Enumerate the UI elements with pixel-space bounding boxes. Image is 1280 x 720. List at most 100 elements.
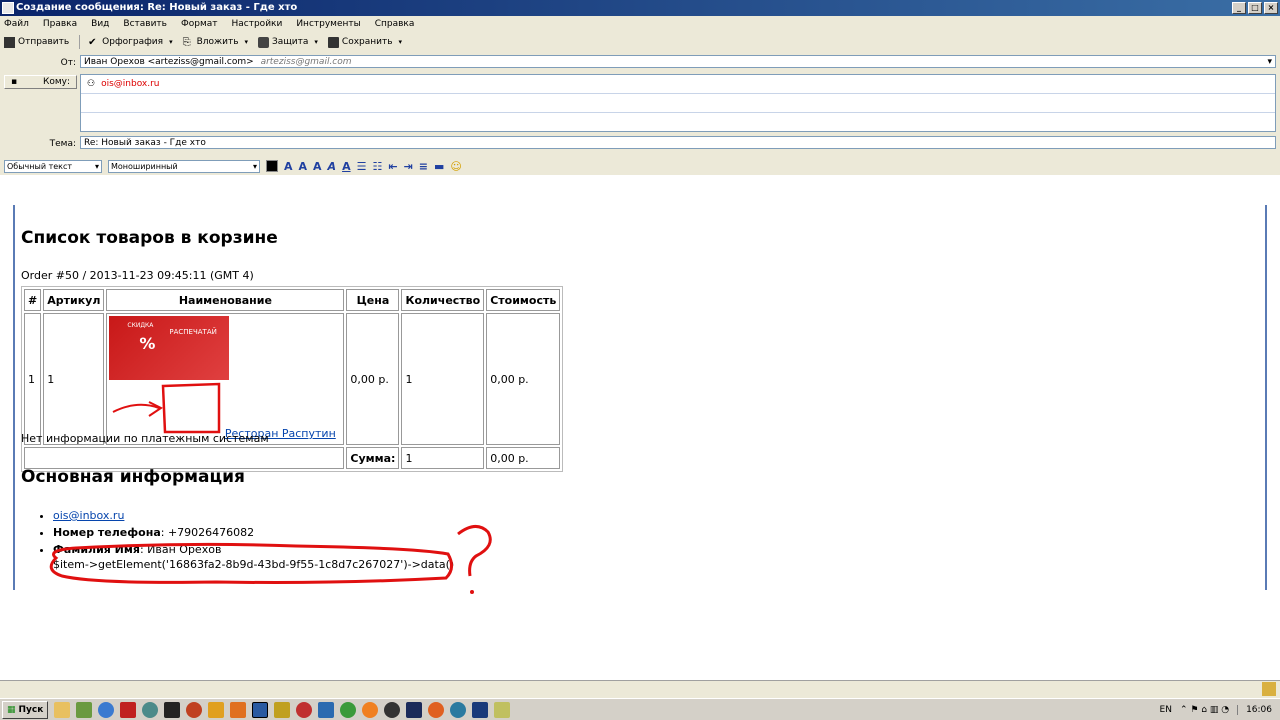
table-row: 1 1 % РАСПЕЧАТАЙ СКИДКА Ресторан Распути… bbox=[24, 313, 561, 445]
recipient-list[interactable]: ⚇ ois@inbox.ru bbox=[80, 74, 1276, 132]
app-icon[interactable] bbox=[406, 701, 423, 718]
contact-icon: ⚇ bbox=[87, 79, 96, 89]
outdent-icon[interactable]: ⇤ bbox=[388, 160, 397, 173]
insert-icon[interactable]: ▬ bbox=[434, 160, 444, 173]
app-icon[interactable] bbox=[186, 701, 203, 718]
system-tray: EN ⌃ ⚑ ⌂ ▥ ◔ 16:06 bbox=[1160, 699, 1280, 720]
menu-bar: Файл Правка Вид Вставить Формат Настройк… bbox=[0, 16, 428, 32]
filezilla-icon[interactable] bbox=[120, 701, 137, 718]
table-header-row: # Артикул Наименование Цена Количество С… bbox=[24, 289, 561, 311]
ie-icon[interactable] bbox=[98, 701, 115, 718]
window-controls: _ □ × bbox=[1232, 2, 1278, 14]
bullet-list-icon[interactable]: ☰ bbox=[357, 160, 367, 173]
total-label: Сумма: bbox=[346, 447, 400, 469]
emoji-icon[interactable]: ☺ bbox=[450, 160, 461, 173]
cell-qty: 1 bbox=[401, 313, 485, 445]
app-icon[interactable] bbox=[318, 701, 335, 718]
explorer-icon[interactable] bbox=[54, 701, 71, 718]
app-icon[interactable] bbox=[76, 701, 93, 718]
security-button[interactable]: Защита ▾ bbox=[258, 36, 318, 48]
checkmark-icon: ✔ bbox=[88, 36, 97, 48]
app-icon[interactable] bbox=[362, 701, 379, 718]
app-icon[interactable] bbox=[384, 701, 401, 718]
status-bar bbox=[0, 680, 1280, 698]
menu-edit[interactable]: Правка bbox=[43, 19, 77, 29]
main-info-title: Основная информация bbox=[21, 467, 245, 487]
menu-options[interactable]: Настройки bbox=[232, 19, 283, 29]
toolbar: Отправить ✔ Орфография ▾ ⎘ Вложить ▾ Защит… bbox=[0, 33, 412, 51]
menu-view[interactable]: Вид bbox=[91, 19, 109, 29]
start-button[interactable]: ▦ Пуск bbox=[2, 700, 49, 719]
subject-field[interactable]: Re: Новый заказ - Где хто bbox=[80, 136, 1276, 149]
larger-font-icon[interactable]: A bbox=[299, 160, 308, 173]
chevron-down-icon: ▪ bbox=[11, 77, 18, 87]
chevron-down-icon: ▾ bbox=[398, 38, 403, 46]
from-label: От: bbox=[60, 58, 76, 68]
color-picker-icon[interactable] bbox=[266, 160, 278, 172]
col-header: Количество bbox=[401, 289, 485, 311]
app-icon[interactable] bbox=[450, 701, 467, 718]
menu-insert[interactable]: Вставить bbox=[123, 19, 167, 29]
cell-sku: 1 bbox=[43, 313, 105, 445]
save-button[interactable]: Сохранить ▾ bbox=[327, 36, 403, 48]
menu-file[interactable]: Файл bbox=[4, 19, 29, 29]
app-icon[interactable] bbox=[142, 701, 159, 718]
recipient-row[interactable]: ⚇ ois@inbox.ru bbox=[81, 75, 1275, 94]
recipient-row-empty[interactable] bbox=[81, 94, 1275, 113]
bold-icon[interactable]: A bbox=[313, 160, 322, 173]
question-annotation bbox=[49, 525, 492, 594]
photoshop-icon[interactable] bbox=[472, 701, 489, 718]
menu-tools[interactable]: Инструменты bbox=[296, 19, 360, 29]
paragraph-format-select[interactable]: Обычный текст bbox=[4, 159, 102, 173]
cell-num: 1 bbox=[24, 313, 42, 445]
menu-format[interactable]: Формат bbox=[181, 19, 218, 29]
chevron-down-icon: ▾ bbox=[244, 38, 249, 46]
cell-name: % РАСПЕЧАТАЙ СКИДКА Ресторан Распутин bbox=[106, 313, 345, 445]
app-icon[interactable] bbox=[230, 701, 247, 718]
message-body[interactable]: Список товаров в корзине Order #50 / 201… bbox=[0, 175, 1280, 680]
attach-button[interactable]: ⎘ Вложить ▾ bbox=[183, 37, 248, 48]
clock[interactable]: 16:06 bbox=[1237, 705, 1272, 715]
format-toolbar: Обычный текст Моноширинный A A A A A ☰ ☷… bbox=[0, 157, 462, 175]
from-hint: arteziss@gmail.com bbox=[260, 57, 352, 67]
spelling-button[interactable]: ✔ Орфография ▾ bbox=[88, 37, 172, 48]
to-button[interactable]: ▪ Кому: bbox=[4, 75, 77, 89]
thunderbird-icon[interactable] bbox=[252, 701, 269, 718]
italic-icon[interactable]: A bbox=[328, 160, 337, 173]
lock-icon bbox=[258, 36, 270, 48]
product-image: % РАСПЕЧАТАЙ СКИДКА bbox=[109, 316, 230, 380]
smaller-font-icon[interactable]: A bbox=[284, 160, 293, 173]
toolbar-separator bbox=[79, 35, 81, 49]
numbered-list-icon[interactable]: ☷ bbox=[372, 160, 382, 173]
minimize-button[interactable]: _ bbox=[1232, 2, 1246, 14]
app-icon[interactable] bbox=[164, 701, 181, 718]
menu-help[interactable]: Справка bbox=[375, 19, 415, 29]
total-empty bbox=[24, 447, 345, 469]
from-value: Иван Орехов <arteziss@gmail.com> bbox=[84, 57, 254, 67]
underline-icon[interactable]: A bbox=[342, 160, 351, 173]
close-button[interactable]: × bbox=[1264, 2, 1278, 14]
maximize-button[interactable]: □ bbox=[1248, 2, 1262, 14]
font-select[interactable]: Моноширинный bbox=[108, 159, 260, 173]
indent-icon[interactable]: ⇥ bbox=[404, 160, 413, 173]
firefox-icon[interactable] bbox=[428, 701, 445, 718]
align-icon[interactable]: ≡ bbox=[419, 160, 428, 173]
total-row: Сумма: 1 0,00 р. bbox=[24, 447, 561, 469]
order-line: Order #50 / 2013-11-23 09:45:11 (GMT 4) bbox=[21, 269, 254, 282]
chrome-icon[interactable] bbox=[340, 701, 357, 718]
app-icon[interactable] bbox=[208, 701, 225, 718]
quote-bar bbox=[13, 205, 15, 590]
promo-text: РАСПЕЧАТАЙ bbox=[169, 328, 217, 336]
recipient-row-empty[interactable] bbox=[81, 113, 1275, 132]
send-button[interactable]: Отправить bbox=[4, 36, 69, 48]
col-header: Стоимость bbox=[486, 289, 561, 311]
from-field[interactable]: Иван Орехов <arteziss@gmail.com> artezis… bbox=[80, 55, 1276, 68]
language-indicator[interactable]: EN bbox=[1160, 705, 1172, 715]
app-icon[interactable] bbox=[296, 701, 313, 718]
payment-note: Нет информации по платежным системам bbox=[21, 432, 269, 445]
title-bar: Создание сообщения: Re: Новый заказ - Гд… bbox=[0, 0, 1280, 16]
notepad-icon[interactable] bbox=[494, 701, 511, 718]
app-icon[interactable] bbox=[274, 701, 291, 718]
chevron-down-icon: ▾ bbox=[169, 38, 173, 46]
paperclip-icon: ⎘ bbox=[182, 36, 191, 48]
